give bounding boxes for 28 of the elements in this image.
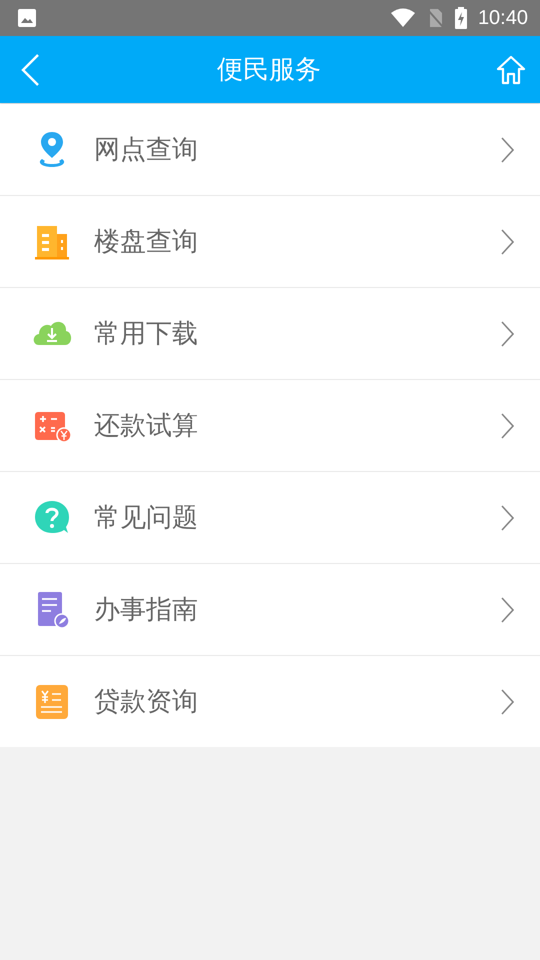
status-time: 10:40 xyxy=(478,6,528,30)
wifi-icon xyxy=(390,8,416,28)
menu-item[interactable]: 常见问题 xyxy=(0,472,540,564)
menu-item[interactable]: 网点查询 xyxy=(0,104,540,196)
chevron-right-icon xyxy=(500,412,514,438)
menu-item[interactable]: 贷款资询 xyxy=(0,656,540,747)
menu-item-label: 办事指南 xyxy=(94,594,199,627)
chevron-right-icon xyxy=(500,320,514,346)
menu-item[interactable]: 办事指南 xyxy=(0,564,540,656)
page-title: 便民服务 xyxy=(217,54,321,87)
menu-item-label: 常见问题 xyxy=(94,502,199,535)
menu-item-label: 贷款资询 xyxy=(94,686,199,719)
chevron-right-icon xyxy=(500,596,514,622)
chevron-right-icon xyxy=(500,504,514,530)
image-icon xyxy=(16,7,38,29)
chevron-right-icon xyxy=(500,136,514,162)
menu-item-label: 网点查询 xyxy=(94,134,199,167)
home-icon[interactable] xyxy=(496,54,526,84)
menu-item-label: 楼盘查询 xyxy=(94,226,199,259)
back-icon[interactable] xyxy=(20,52,42,86)
menu-item[interactable]: 常用下载 xyxy=(0,288,540,380)
menu-item[interactable]: 还款试算 xyxy=(0,380,540,472)
chevron-right-icon xyxy=(500,228,514,254)
menu-item[interactable]: 楼盘查询 xyxy=(0,196,540,288)
menu-item-label: 还款试算 xyxy=(94,410,199,443)
battery-icon xyxy=(454,7,468,29)
menu-item-label: 常用下载 xyxy=(94,318,199,351)
chevron-right-icon xyxy=(500,688,514,714)
